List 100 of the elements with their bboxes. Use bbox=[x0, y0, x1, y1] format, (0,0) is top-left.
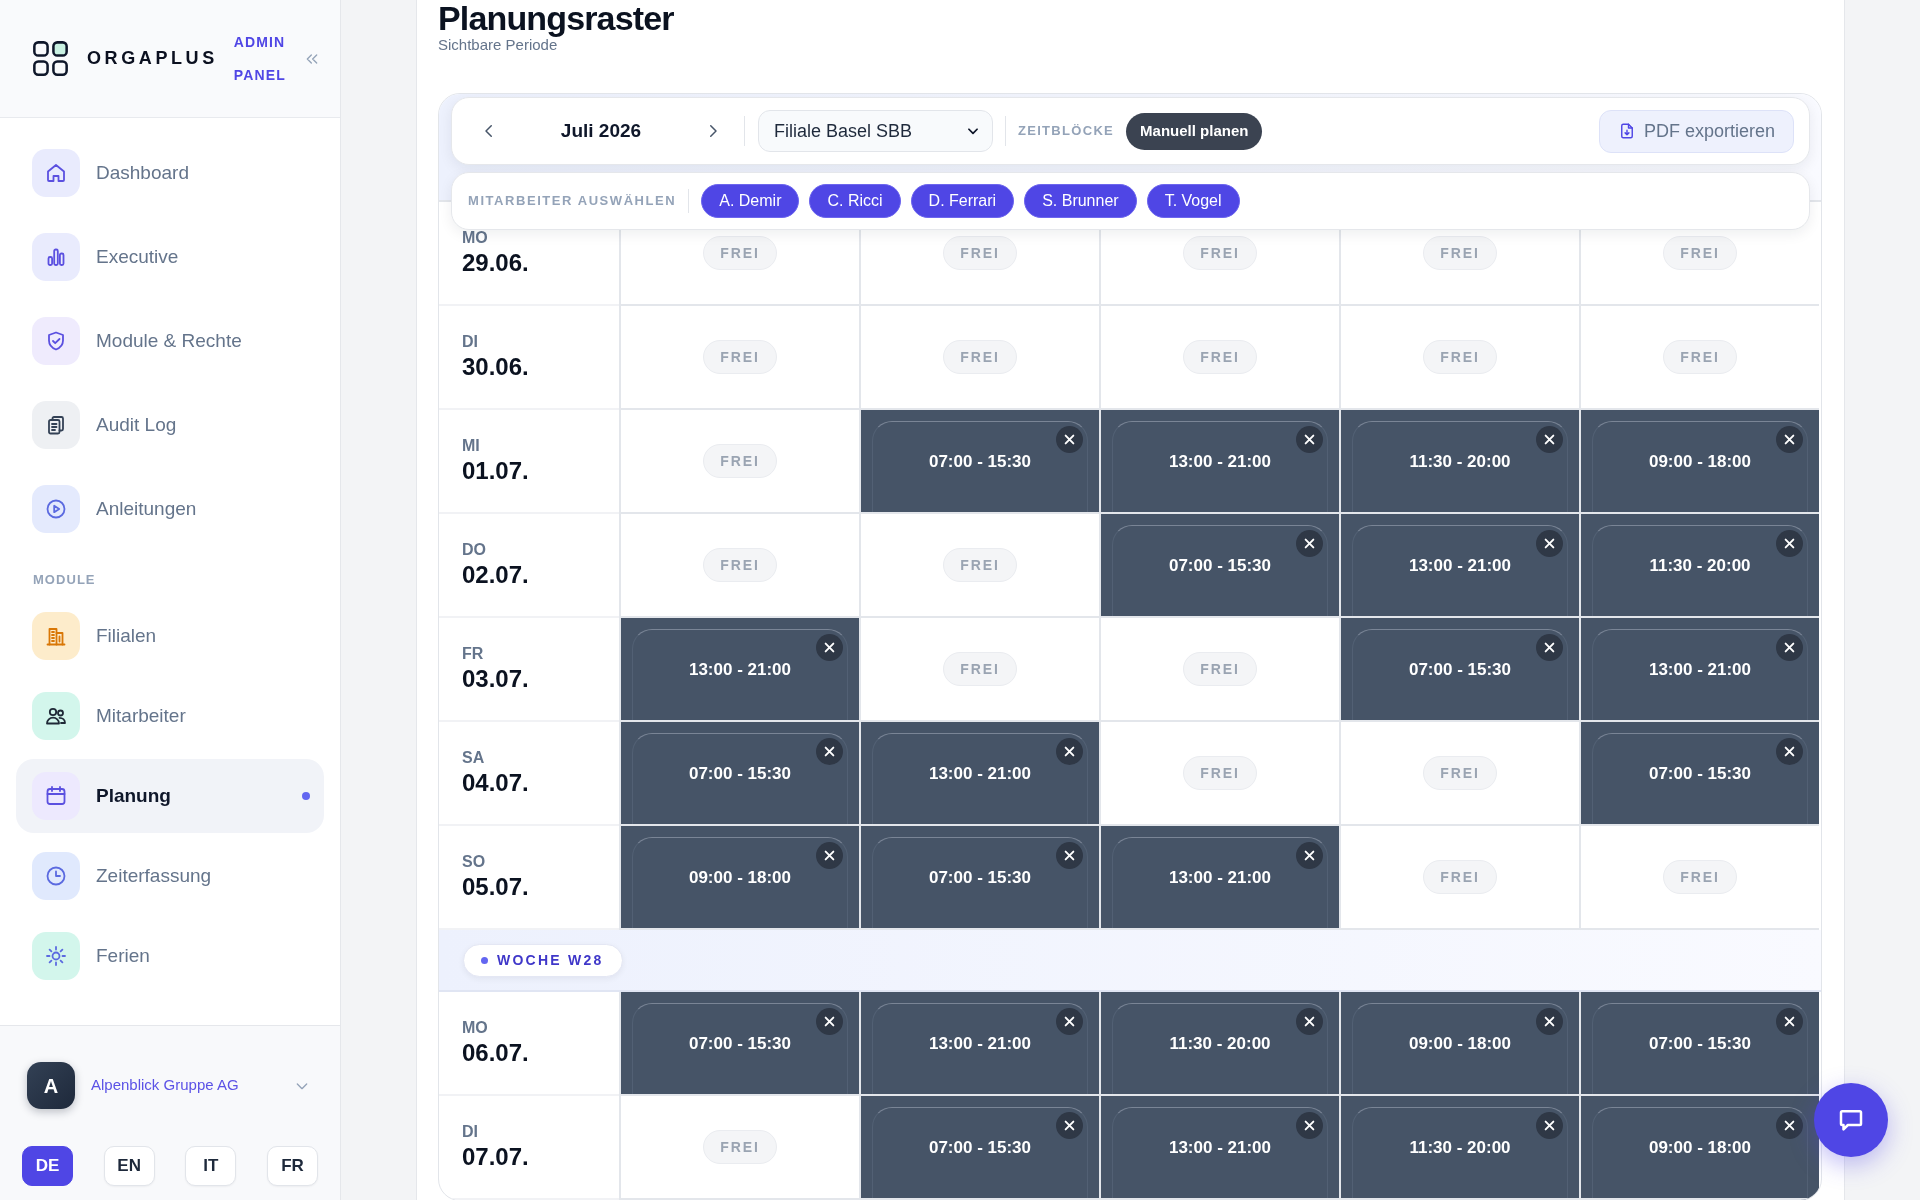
month-label: Juli 2026 bbox=[559, 118, 643, 143]
free-badge: FREI bbox=[1423, 236, 1497, 270]
close-icon[interactable] bbox=[1056, 842, 1083, 869]
date-label: 03.07. bbox=[462, 664, 529, 694]
close-icon[interactable] bbox=[816, 1008, 843, 1035]
nav-item[interactable]: Filialen bbox=[16, 599, 324, 673]
shift-time: 13:00 - 21:00 bbox=[1648, 658, 1752, 681]
nav-item[interactable]: Ferien bbox=[16, 919, 324, 993]
close-icon[interactable] bbox=[1296, 1112, 1323, 1139]
close-icon[interactable] bbox=[1776, 530, 1803, 557]
close-icon[interactable] bbox=[1296, 530, 1323, 557]
employee-chip[interactable]: T. Vogel bbox=[1146, 184, 1240, 218]
export-button[interactable]: PDF exportieren bbox=[1598, 109, 1794, 153]
clock-icon bbox=[32, 852, 80, 900]
employee-chip[interactable]: A. Demir bbox=[701, 184, 800, 218]
free-badge: FREI bbox=[943, 548, 1017, 582]
employee-chip[interactable]: S. Brunner bbox=[1024, 184, 1137, 218]
shift-time: 13:00 - 21:00 bbox=[688, 658, 792, 681]
sun-icon bbox=[32, 932, 80, 980]
date-label: 02.07. bbox=[462, 560, 529, 590]
shift-time: 11:30 - 20:00 bbox=[1409, 1136, 1511, 1159]
shift-time: 13:00 - 21:00 bbox=[1408, 554, 1512, 577]
close-icon[interactable] bbox=[1536, 1112, 1563, 1139]
shift-time: 13:00 - 21:00 bbox=[1168, 450, 1272, 473]
nav-item[interactable]: Audit Log bbox=[16, 388, 324, 462]
shift-time: 07:00 - 15:30 bbox=[928, 450, 1032, 473]
close-icon[interactable] bbox=[1776, 738, 1803, 765]
free-badge: FREI bbox=[943, 340, 1017, 374]
close-icon[interactable] bbox=[1776, 1008, 1803, 1035]
avatar: A bbox=[27, 1062, 75, 1109]
brand-subtitle: ADMIN PANEL bbox=[233, 32, 286, 85]
weekday-label: FR bbox=[462, 644, 484, 664]
nav-item[interactable]: Planung bbox=[16, 759, 324, 833]
shift-time: 07:00 - 15:30 bbox=[688, 762, 792, 785]
close-icon[interactable] bbox=[1776, 426, 1803, 453]
dot-icon bbox=[481, 956, 488, 964]
shift-time: 11:30 - 20:00 bbox=[1649, 554, 1751, 577]
close-icon[interactable] bbox=[1056, 1112, 1083, 1139]
calendar-icon bbox=[32, 772, 80, 820]
language-button[interactable]: IT bbox=[185, 1146, 237, 1186]
branch-select[interactable]: Filiale Basel SBB bbox=[758, 110, 993, 152]
close-icon[interactable] bbox=[816, 842, 843, 869]
date-label: 29.06. bbox=[462, 248, 529, 278]
close-icon[interactable] bbox=[816, 634, 843, 661]
weekday-label: SA bbox=[462, 748, 485, 768]
weekday-label: SO bbox=[462, 852, 486, 872]
close-icon[interactable] bbox=[1536, 426, 1563, 453]
close-icon[interactable] bbox=[1296, 426, 1323, 453]
shift-time: 07:00 - 15:30 bbox=[688, 1032, 792, 1055]
weekday-label: DO bbox=[462, 540, 486, 560]
language-button[interactable]: DE bbox=[22, 1146, 73, 1186]
close-icon[interactable] bbox=[1536, 634, 1563, 661]
nav-item[interactable]: Anleitungen bbox=[16, 472, 324, 546]
bar-chart-icon bbox=[32, 233, 80, 281]
weekday-label: MI bbox=[462, 436, 480, 456]
employee-chip[interactable]: C. Ricci bbox=[809, 184, 901, 218]
free-badge: FREI bbox=[1183, 340, 1257, 374]
shift-time: 09:00 - 18:00 bbox=[1408, 1032, 1512, 1055]
nav-item[interactable]: Module & Rechte bbox=[16, 304, 324, 378]
picker-label: MITARBEITER AUSWÄHLEN bbox=[468, 192, 677, 211]
clipboard-icon bbox=[32, 401, 80, 449]
mode-button[interactable]: Manuell planen bbox=[1126, 112, 1263, 150]
language-button[interactable]: FR bbox=[266, 1146, 318, 1186]
shift-time: 07:00 - 15:30 bbox=[928, 1136, 1032, 1159]
free-badge: FREI bbox=[703, 340, 777, 374]
nav-item[interactable]: Dashboard bbox=[16, 136, 324, 210]
free-badge: FREI bbox=[703, 1130, 777, 1164]
shift-time: 13:00 - 21:00 bbox=[928, 762, 1032, 785]
nav-item[interactable]: Mitarbeiter bbox=[16, 679, 324, 753]
free-badge: FREI bbox=[943, 236, 1017, 270]
close-icon[interactable] bbox=[1296, 1008, 1323, 1035]
close-icon[interactable] bbox=[1056, 426, 1083, 453]
shift-time: 13:00 - 21:00 bbox=[928, 1032, 1032, 1055]
close-icon[interactable] bbox=[1536, 530, 1563, 557]
close-icon[interactable] bbox=[1536, 1008, 1563, 1035]
close-icon[interactable] bbox=[1296, 842, 1323, 869]
free-badge: FREI bbox=[1663, 340, 1737, 374]
close-icon[interactable] bbox=[816, 738, 843, 765]
shift-time: 13:00 - 21:00 bbox=[1168, 1136, 1272, 1159]
shift-time: 07:00 - 15:30 bbox=[928, 866, 1032, 889]
close-icon[interactable] bbox=[1776, 1112, 1803, 1139]
close-icon[interactable] bbox=[1776, 634, 1803, 661]
free-badge: FREI bbox=[703, 444, 777, 478]
free-badge: FREI bbox=[1423, 340, 1497, 374]
shift-time: 09:00 - 18:00 bbox=[1648, 1136, 1752, 1159]
shield-check-icon bbox=[32, 317, 80, 365]
free-badge: FREI bbox=[1663, 860, 1737, 894]
nav-item[interactable]: Zeiterfassung bbox=[16, 839, 324, 913]
free-badge: FREI bbox=[1183, 756, 1257, 790]
close-icon[interactable] bbox=[1056, 1008, 1083, 1035]
free-badge: FREI bbox=[1423, 860, 1497, 894]
users-icon bbox=[32, 692, 80, 740]
employee-chip[interactable]: D. Ferrari bbox=[910, 184, 1015, 218]
shift-time: 13:00 - 21:00 bbox=[1168, 866, 1272, 889]
date-label: 05.07. bbox=[462, 872, 529, 902]
free-badge: FREI bbox=[1423, 756, 1497, 790]
nav-item[interactable]: Executive bbox=[16, 220, 324, 294]
building-icon bbox=[32, 612, 80, 660]
language-button[interactable]: EN bbox=[103, 1146, 155, 1186]
close-icon[interactable] bbox=[1056, 738, 1083, 765]
